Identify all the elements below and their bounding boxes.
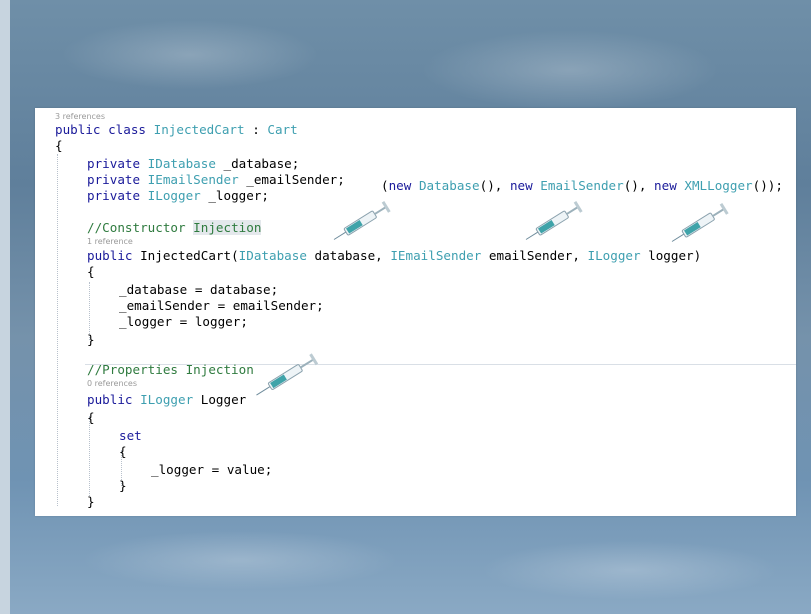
type-name: XMLLogger [684, 178, 753, 193]
punctuation: (), [623, 178, 655, 193]
base-class-name: Cart [267, 122, 298, 137]
syringe-icon [333, 201, 391, 240]
keyword: new [388, 178, 412, 193]
type-name: ILogger [147, 188, 201, 203]
punctuation: ()); [752, 178, 783, 193]
method-name: InjectedCart( [140, 248, 239, 263]
properties-comment: //Properties Injection [87, 362, 254, 377]
keyword: public [55, 122, 101, 137]
statement: _logger = value; [151, 462, 273, 477]
field-name: _database; [215, 156, 300, 171]
field-declaration: private ILogger _logger; [87, 188, 269, 203]
param-name: emailSender, [481, 248, 588, 263]
codelens-references[interactable]: 1 reference [87, 237, 133, 246]
keyword: public [87, 248, 133, 263]
statement: _emailSender = emailSender; [119, 298, 324, 313]
type-name: ILogger [587, 248, 641, 263]
background-cloud [480, 540, 780, 600]
background-cloud [420, 30, 720, 110]
keyword: class [108, 122, 147, 137]
field-name: _logger; [200, 188, 269, 203]
punctuation: (), [479, 178, 510, 193]
keyword: new [654, 178, 677, 193]
type-name: IDatabase [147, 156, 216, 171]
constructor-comment: //Constructor Injection [87, 220, 262, 235]
keyword: new [509, 178, 533, 193]
type-name: IEmailSender [390, 248, 482, 263]
property-name: Logger [200, 392, 247, 407]
syringe-icon [256, 353, 319, 396]
background-cloud [80, 530, 400, 590]
class-declaration: public class InjectedCart : Cart [55, 122, 298, 137]
comment-text: //Constructor [87, 220, 194, 235]
open-brace: { [55, 138, 63, 153]
open-brace: { [119, 444, 127, 459]
param-name: database, [306, 248, 391, 263]
open-brace: { [87, 264, 95, 279]
field-name: _emailSender; [238, 172, 345, 187]
codelens-references[interactable]: 3 references [55, 112, 105, 121]
property-signature: public ILogger Logger [87, 392, 246, 407]
keyword: public [87, 392, 133, 407]
codelens-references[interactable]: 0 references [87, 379, 137, 388]
keyword: private [87, 188, 141, 203]
type-name: ILogger [140, 392, 194, 407]
type-name: Database [418, 178, 480, 193]
field-declaration: private IEmailSender _emailSender; [87, 172, 345, 187]
type-name: IEmailSender [147, 172, 239, 187]
close-brace: } [87, 494, 95, 509]
type-name: EmailSender [540, 178, 624, 193]
keyword: private [87, 172, 141, 187]
new-expression-annotation: (new Database(), new EmailSender(), new … [381, 178, 783, 193]
frame-edge [0, 0, 10, 614]
open-brace: { [87, 410, 95, 425]
close-brace: } [119, 478, 127, 493]
indent-guide [57, 154, 58, 506]
param-name: logger) [640, 248, 702, 263]
syringe-icon [525, 201, 583, 240]
highlighted-word: Injection [193, 220, 262, 235]
keyword: private [87, 156, 141, 171]
type-name: IDatabase [238, 248, 307, 263]
background-cloud [60, 20, 320, 90]
setter-keyword: set [119, 428, 142, 443]
punctuation: : [244, 122, 268, 137]
punctuation: ( [381, 178, 389, 193]
code-editor-panel: 3 references public class InjectedCart :… [35, 108, 796, 516]
class-name: InjectedCart [153, 122, 245, 137]
statement: _database = database; [119, 282, 279, 297]
field-declaration: private IDatabase _database; [87, 156, 299, 171]
constructor-signature: public InjectedCart(IDatabase database, … [87, 248, 701, 263]
close-brace: } [87, 332, 95, 347]
syringe-icon [671, 203, 729, 242]
statement: _logger = logger; [119, 314, 248, 329]
indent-guide [89, 416, 90, 496]
